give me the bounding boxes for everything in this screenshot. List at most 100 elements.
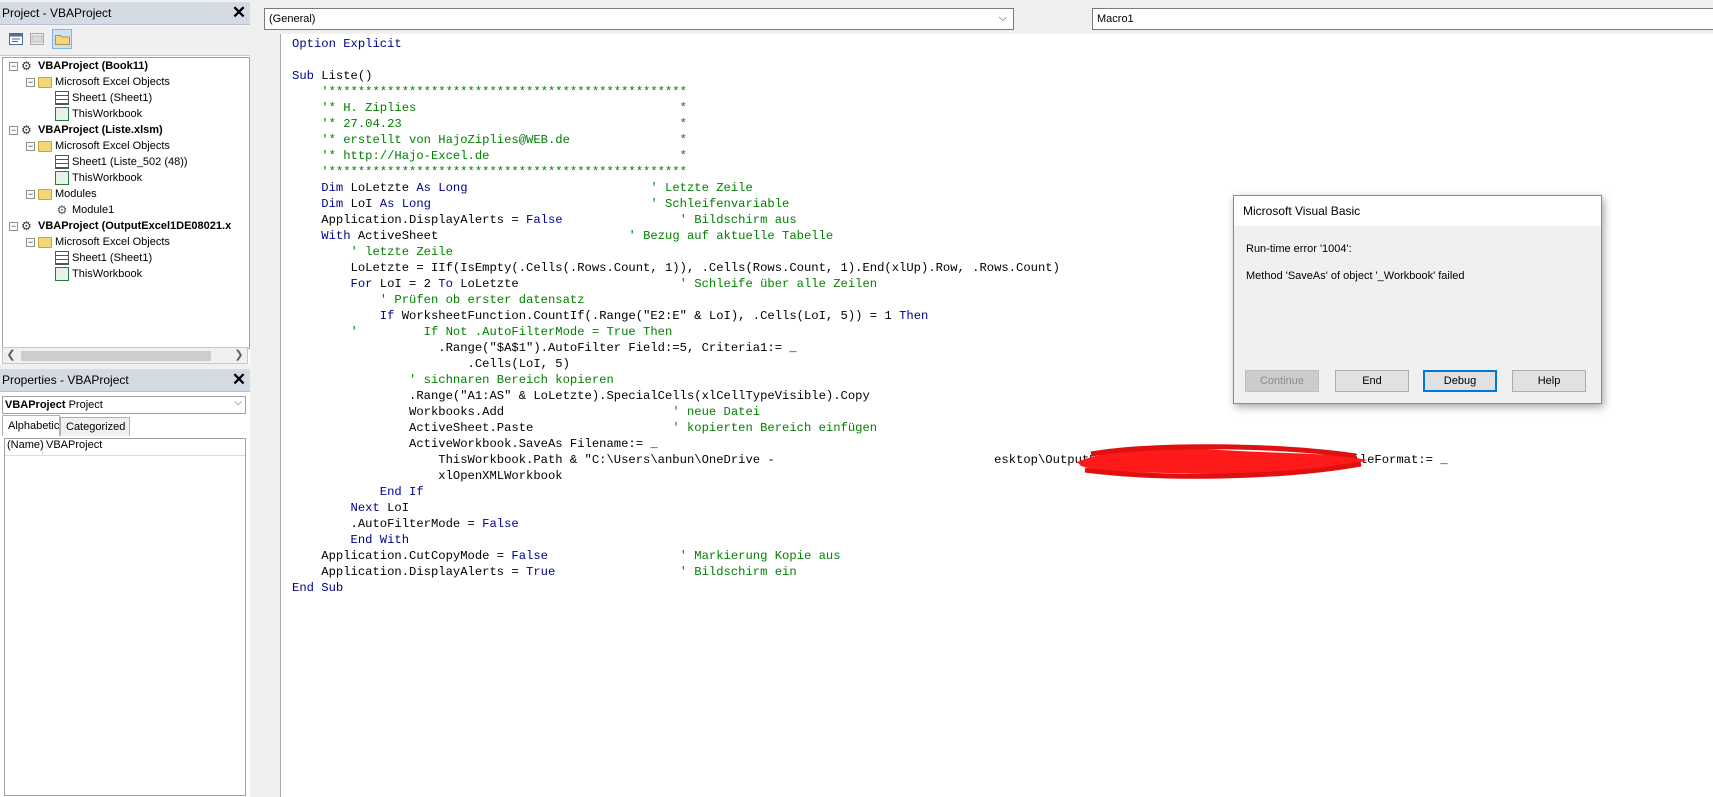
code-comment: ' If Not .AutoFilterMode = True Then — [292, 325, 673, 339]
code-line[interactable] — [292, 52, 1713, 68]
tree-item-folder[interactable]: − Modules — [26, 186, 97, 202]
code-comment: ' Letzte Zeile — [650, 181, 753, 195]
code-line[interactable]: End Sub — [292, 580, 1713, 596]
code-comment: '* 27.04.23 * — [292, 117, 687, 131]
project-tree-hscrollbar[interactable]: ❮ ❯ — [2, 347, 248, 364]
tab-alphabetic[interactable]: Alphabetic — [2, 415, 60, 436]
collapse-icon[interactable]: − — [9, 61, 18, 71]
properties-tabs: Alphabetic Categorized — [0, 415, 250, 437]
chevron-down-icon[interactable]: ⌵ — [234, 397, 242, 408]
close-icon[interactable]: ✕ — [230, 371, 248, 389]
tree-item-project[interactable]: − ⚙ VBAProject (Book11) — [9, 58, 148, 74]
tree-item-module[interactable]: ⚙ Module1 — [43, 202, 115, 218]
tree-item-folder[interactable]: − Microsoft Excel Objects — [26, 138, 170, 154]
tree-item-workbook[interactable]: ThisWorkbook — [43, 106, 142, 122]
code-line[interactable]: Workbooks.Add ' neue Datei — [292, 404, 1713, 420]
tree-item-sheet[interactable]: Sheet1 (Sheet1) — [43, 90, 152, 106]
tab-categorized[interactable]: Categorized — [60, 417, 130, 436]
object-select[interactable]: VBAProject Project ⌵ — [2, 396, 246, 414]
property-row[interactable]: (Name) VBAProject — [5, 439, 245, 456]
code-line[interactable]: '* erstellt von HajoZiplies@WEB.de * — [292, 132, 1713, 148]
code-keyword: False — [482, 517, 519, 531]
code-text: LoI = 2 — [379, 277, 439, 291]
scroll-right-icon[interactable]: ❯ — [231, 348, 247, 363]
code-comment: '* http://Hajo-Excel.de * — [292, 149, 687, 163]
code-line[interactable]: ActiveWorkbook.SaveAs Filename:= _ — [292, 436, 1713, 452]
code-line[interactable]: End With — [292, 532, 1713, 548]
tree-item-folder[interactable]: − Microsoft Excel Objects — [26, 234, 170, 250]
object-combo[interactable]: (General) ⌵ — [264, 8, 1014, 30]
collapse-icon[interactable]: − — [26, 141, 35, 151]
code-editor[interactable]: Option Explicit Sub Liste() '************… — [292, 36, 1713, 797]
procedure-combo[interactable]: Macro1 — [1092, 8, 1713, 30]
tree-item-workbook[interactable]: ThisWorkbook — [43, 266, 142, 282]
code-keyword: If — [292, 309, 402, 323]
code-line[interactable]: '***************************************… — [292, 164, 1713, 180]
code-line[interactable]: ThisWorkbook.Path & "C:\Users\anbun\OneD… — [292, 452, 1713, 468]
tree-item-project[interactable]: − ⚙ VBAProject (OutputExcel1DE08021.x — [9, 218, 231, 234]
tree-item-label: Microsoft Excel Objects — [55, 140, 170, 152]
error-dialog: Microsoft Visual Basic Run-time error '1… — [1233, 195, 1602, 404]
code-keyword: As Long — [416, 181, 468, 195]
code-line[interactable]: Next LoI — [292, 500, 1713, 516]
scrollbar-thumb[interactable] — [21, 351, 211, 361]
tree-item-sheet[interactable]: Sheet1 (Liste_502 (48)) — [43, 154, 188, 170]
toggle-folders-button[interactable] — [52, 29, 72, 49]
sheet-icon — [55, 155, 69, 169]
tree-item-sheet[interactable]: Sheet1 (Sheet1) — [43, 250, 152, 266]
code-keyword: Sub — [292, 69, 322, 83]
tree-item-folder[interactable]: − Microsoft Excel Objects — [26, 74, 170, 90]
tree-item-label: ThisWorkbook — [72, 268, 143, 280]
code-line[interactable]: ActiveSheet.Paste ' kopierten Bereich ei… — [292, 420, 1713, 436]
view-code-button[interactable] — [6, 29, 26, 49]
end-button[interactable]: End — [1335, 370, 1409, 392]
code-line[interactable]: Application.CutCopyMode = False ' Markie… — [292, 548, 1713, 564]
tree-item-workbook[interactable]: ThisWorkbook — [43, 170, 142, 186]
collapse-icon[interactable]: − — [9, 221, 18, 231]
code-combo-bar: (General) ⌵ Macro1 — [256, 0, 1713, 34]
code-text: Workbooks.Add — [292, 405, 673, 419]
code-line[interactable]: End If — [292, 484, 1713, 500]
code-line[interactable]: xlOpenXMLWorkbook — [292, 468, 1713, 484]
code-keyword: End Sub — [292, 581, 344, 595]
code-line[interactable]: .AutoFilterMode = False — [292, 516, 1713, 532]
help-button[interactable]: Help — [1512, 370, 1586, 392]
code-line[interactable]: Dim LoLetzte As Long ' Letzte Zeile — [292, 180, 1713, 196]
code-text: LoI — [350, 197, 380, 211]
code-comment: ' Bezug auf aktuelle Tabelle — [628, 229, 834, 243]
code-line[interactable]: '* 27.04.23 * — [292, 116, 1713, 132]
code-comment: ' letzte Zeile — [292, 245, 453, 259]
code-text: .Cells(LoI, 5) — [292, 357, 570, 371]
code-line[interactable]: Sub Liste() — [292, 68, 1713, 84]
collapse-icon[interactable]: − — [9, 125, 18, 135]
continue-button[interactable]: Continue — [1245, 370, 1319, 392]
collapse-icon[interactable]: − — [26, 237, 35, 247]
project-tree[interactable]: − ⚙ VBAProject (Book11) − Microsoft Excel Ob… — [2, 57, 250, 349]
collapse-icon[interactable]: − — [26, 189, 35, 199]
collapse-icon[interactable]: − — [26, 77, 35, 87]
module-icon: ⚙ — [56, 203, 68, 217]
code-text: LoLetzte — [350, 181, 417, 195]
view-object-button[interactable] — [27, 29, 47, 49]
close-icon[interactable]: ✕ — [230, 4, 248, 22]
properties-title: Properties - VBAProject — [2, 373, 129, 387]
code-keyword: False — [526, 213, 563, 227]
project-icon: ⚙ — [21, 59, 32, 73]
tree-item-project[interactable]: − ⚙ VBAProject (Liste.xlsm) — [9, 122, 163, 138]
scroll-left-icon[interactable]: ❮ — [3, 348, 19, 363]
properties-title-bar: Properties - VBAProject ✕ — [0, 369, 250, 392]
code-line[interactable]: '* H. Ziplies * — [292, 100, 1713, 116]
debug-button[interactable]: Debug — [1423, 370, 1497, 392]
tree-item-label: Module1 — [72, 204, 115, 216]
code-line[interactable]: '***************************************… — [292, 84, 1713, 100]
property-value[interactable]: VBAProject — [43, 439, 102, 455]
code-line[interactable]: '* http://Hajo-Excel.de * — [292, 148, 1713, 164]
code-line[interactable]: Option Explicit — [292, 36, 1713, 52]
chevron-down-icon[interactable]: ⌵ — [999, 12, 1007, 25]
code-margin[interactable] — [256, 34, 281, 797]
code-line[interactable]: Application.DisplayAlerts = True ' Bilds… — [292, 564, 1713, 580]
tree-item-label: Microsoft Excel Objects — [55, 236, 170, 248]
